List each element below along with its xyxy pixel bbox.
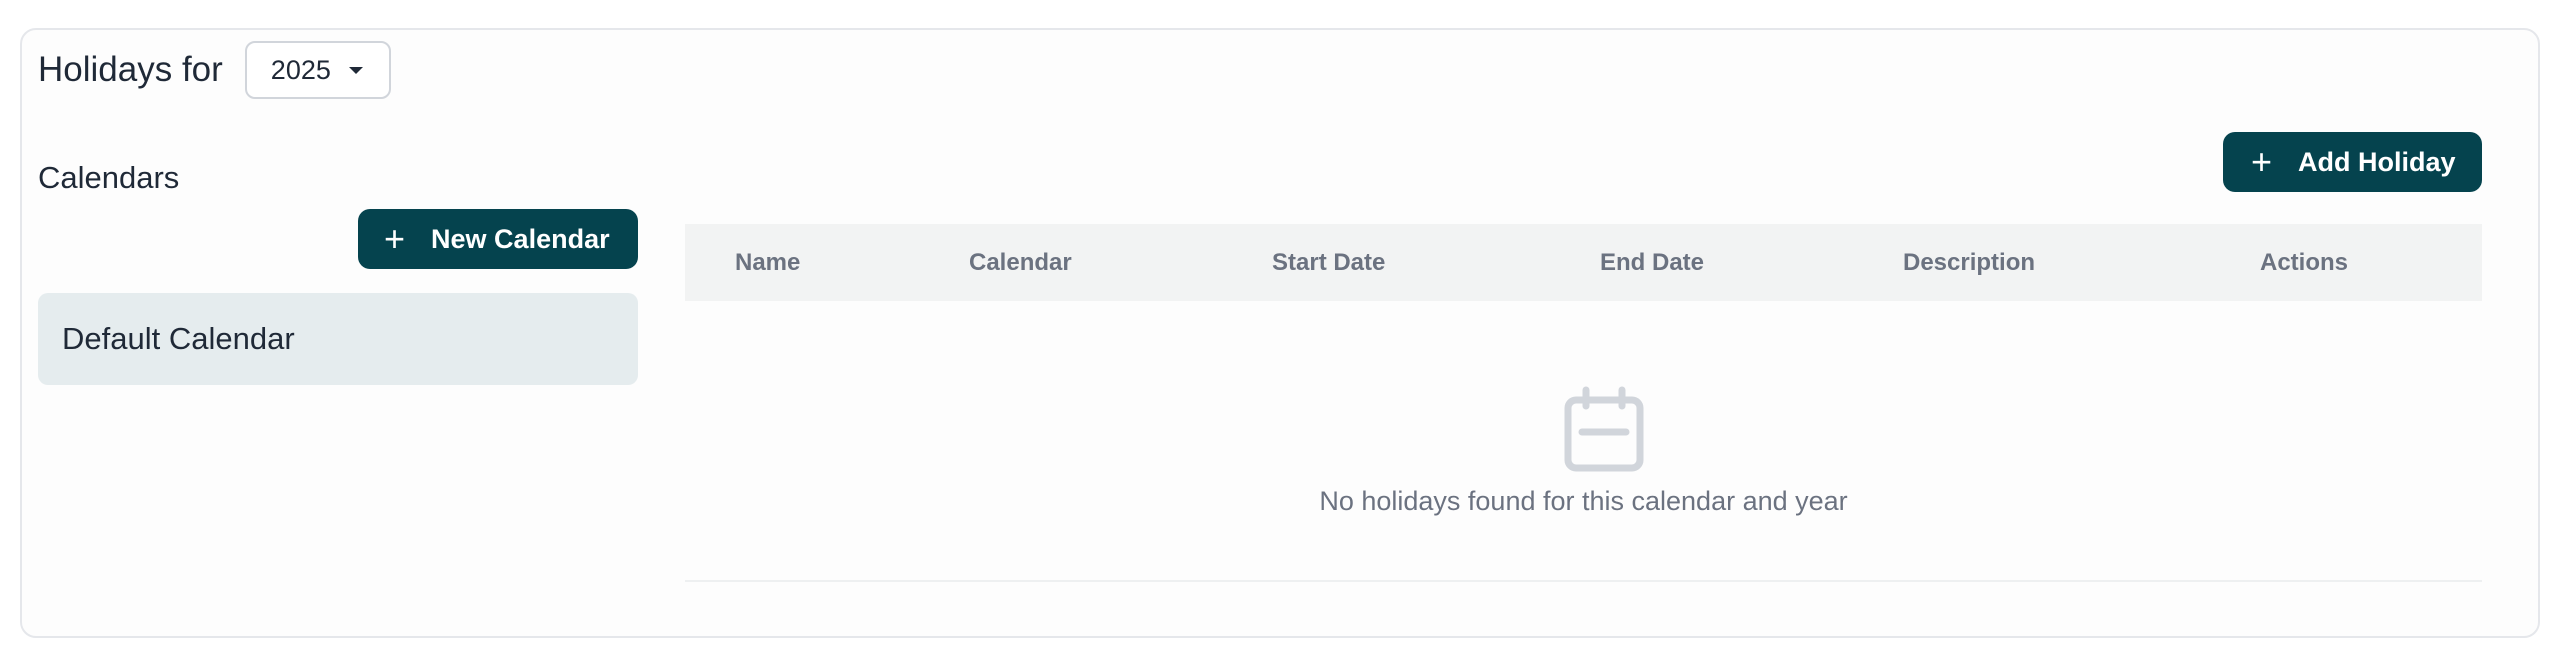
column-header-actions: Actions xyxy=(2260,248,2349,276)
column-header-description[interactable]: Description xyxy=(1903,249,2035,277)
column-header-start-date[interactable]: Start Date xyxy=(1272,249,1385,277)
holidays-table-header: Name Calendar Start Date End Date Descri… xyxy=(685,224,2482,301)
page-title: Holidays for xyxy=(38,50,223,89)
plus-icon: + xyxy=(384,218,406,259)
calendar-item-default[interactable]: Default Calendar xyxy=(38,293,638,385)
caret-down-icon xyxy=(348,66,363,74)
new-calendar-label: New Calendar xyxy=(431,223,610,254)
title-row: Holidays for 2025 xyxy=(38,40,391,100)
year-select[interactable]: 2025 xyxy=(244,41,391,99)
column-header-calendar[interactable]: Calendar xyxy=(969,249,1072,277)
add-holiday-label: Add Holiday xyxy=(2298,146,2456,177)
add-holiday-button[interactable]: + Add Holiday xyxy=(2223,132,2482,192)
column-header-name[interactable]: Name xyxy=(735,249,800,277)
empty-state-message: No holidays found for this calendar and … xyxy=(1319,486,1848,516)
calendar-icon xyxy=(1564,386,1644,472)
column-header-end-date[interactable]: End Date xyxy=(1600,249,1704,277)
year-select-value: 2025 xyxy=(270,54,331,85)
table-bottom-divider xyxy=(685,580,2482,582)
calendar-item-label: Default Calendar xyxy=(62,321,295,356)
new-calendar-button[interactable]: + New Calendar xyxy=(358,209,638,269)
plus-icon: + xyxy=(2251,141,2273,182)
calendars-heading: Calendars xyxy=(38,160,180,195)
